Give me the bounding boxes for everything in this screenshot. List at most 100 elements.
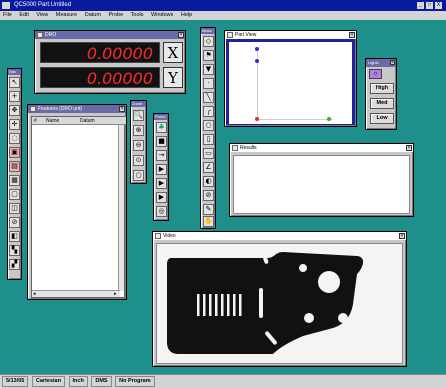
hand-icon[interactable]: ✋ xyxy=(203,216,214,227)
frame-icon[interactable]: ▢ xyxy=(9,189,20,200)
square-icon[interactable]: ■ xyxy=(156,136,167,147)
menu-datum[interactable]: Datum xyxy=(82,12,104,18)
slot-icon[interactable]: ▯ xyxy=(203,134,214,145)
part-view-canvas[interactable] xyxy=(229,42,352,124)
distance-icon[interactable]: ⊘ xyxy=(203,190,214,201)
light-low-button[interactable]: Low xyxy=(370,113,394,124)
light-high-button[interactable]: High xyxy=(370,83,394,94)
close-icon[interactable]: × xyxy=(349,32,355,38)
status-format[interactable]: DMS xyxy=(91,376,112,387)
edge-detect-icon[interactable]: ▤ xyxy=(9,161,20,172)
auto-icon[interactable]: ◇ xyxy=(203,36,214,47)
horizontal-scrollbar[interactable]: ◂ ▸ xyxy=(32,290,120,297)
light-bulb-icon[interactable]: ☼ xyxy=(369,69,382,79)
menu-help[interactable]: Help xyxy=(178,12,195,18)
close-icon[interactable]: × xyxy=(178,32,184,38)
status-units[interactable]: Inch xyxy=(68,376,88,387)
pattern-icon[interactable]: ▞ xyxy=(9,259,20,270)
tree-icon[interactable]: ♣ xyxy=(156,122,167,133)
features-titlebar: Features (DRO unt) × xyxy=(28,105,126,113)
probe-toolbar: Probe ♣ ■ → ▶ ▶ ▶ ◎ xyxy=(153,113,169,221)
circle-probe-icon[interactable]: ◌ xyxy=(9,133,20,144)
funnel-icon[interactable]: ▼ xyxy=(203,64,214,75)
probe-icon[interactable]: ✛ xyxy=(9,119,20,130)
pointer-icon[interactable]: ↖ xyxy=(9,77,20,88)
lights-titlebar: Lights × xyxy=(366,59,396,67)
grid-icon[interactable]: ▦ xyxy=(9,175,20,186)
checker-icon[interactable]: ▚ xyxy=(9,245,20,256)
arrow-right-icon[interactable]: → xyxy=(156,150,167,161)
angle-icon[interactable]: ∠ xyxy=(203,162,214,173)
zoom-reset-icon[interactable]: ○ xyxy=(133,170,144,181)
arc-icon[interactable]: ╭ xyxy=(203,106,214,117)
scroll-left-icon[interactable]: ◂ xyxy=(33,291,38,297)
zoom-out-icon[interactable]: ⊖ xyxy=(133,140,144,151)
construct-icon[interactable]: ✎ xyxy=(203,204,214,215)
dro-x-value: 0.00000 xyxy=(86,44,153,63)
x-axis-line xyxy=(257,119,333,120)
column-number[interactable]: # xyxy=(34,117,37,125)
app-titlebar: QC5000 Part:Untitled _ □ X xyxy=(0,0,446,11)
line-icon[interactable]: ╲ xyxy=(203,92,214,103)
contrast-icon[interactable]: ◧ xyxy=(9,231,20,242)
status-program: No Program xyxy=(115,376,155,387)
menu-view[interactable]: View xyxy=(33,12,51,18)
maximize-button[interactable]: □ xyxy=(426,2,433,9)
features-header: # Name Datum xyxy=(32,117,126,125)
menu-measure[interactable]: Measure xyxy=(53,12,80,18)
part-point xyxy=(255,59,259,63)
column-name[interactable]: Name xyxy=(46,117,59,125)
zoom-in-icon[interactable]: ⊕ xyxy=(133,125,144,136)
part-view-title: Part View xyxy=(235,32,257,38)
zoom-icon[interactable]: 🔍 xyxy=(133,110,144,121)
app-icon xyxy=(2,2,10,9)
zoom-toolbar-title: Zoom xyxy=(131,101,146,107)
blob-icon[interactable]: ◐ xyxy=(203,176,214,187)
zoom-fit-icon[interactable]: ⊙ xyxy=(133,155,144,166)
close-icon[interactable]: × xyxy=(399,233,405,239)
close-icon[interactable]: × xyxy=(119,106,125,112)
close-icon[interactable]: × xyxy=(390,60,395,66)
zoom-toolbar: Zoom 🔍 ⊕ ⊖ ⊙ ○ xyxy=(130,100,147,184)
close-app-button[interactable]: X xyxy=(435,2,442,9)
app-title: QC5000 Part:Untitled xyxy=(14,2,72,8)
menu-file[interactable]: File xyxy=(0,12,15,18)
step-icon[interactable]: ▶ xyxy=(156,178,167,189)
menu-probe[interactable]: Probe xyxy=(105,12,126,18)
fast-forward-icon[interactable]: ▶ xyxy=(156,192,167,203)
status-coords[interactable]: Cartesian xyxy=(31,376,65,387)
link-icon[interactable]: ⊘ xyxy=(9,217,20,228)
minimize-button[interactable]: _ xyxy=(417,2,424,9)
move-icon[interactable]: ✥ xyxy=(9,105,20,116)
dro-y-axis-button[interactable]: Y xyxy=(163,67,183,88)
window-icon xyxy=(227,32,233,38)
box-icon[interactable]: ◫ xyxy=(9,203,20,214)
scroll-right-icon[interactable]: ▸ xyxy=(114,291,119,297)
window-icon xyxy=(30,106,36,112)
video-feed[interactable] xyxy=(156,243,403,364)
target-icon[interactable]: ◎ xyxy=(156,206,167,217)
menu-windows[interactable]: Windows xyxy=(148,12,176,18)
results-panel xyxy=(233,155,410,214)
light-med-button[interactable]: Med xyxy=(370,98,394,109)
menu-tools[interactable]: Tools xyxy=(128,12,147,18)
menu-edit[interactable]: Edit xyxy=(16,12,31,18)
column-datum[interactable]: Datum xyxy=(80,117,95,125)
play-icon[interactable]: ▶ xyxy=(156,164,167,175)
part-point xyxy=(255,47,259,51)
vertical-scrollbar[interactable] xyxy=(118,125,124,291)
dro-x-axis-button[interactable]: X xyxy=(163,42,183,63)
point-icon[interactable]: · xyxy=(203,78,214,89)
features-title: Features (DRO unt) xyxy=(38,106,82,112)
video-titlebar: Video × xyxy=(153,232,406,240)
crosshair-icon[interactable]: + xyxy=(9,91,20,102)
lights-window: Lights × ☼ High Med Low xyxy=(365,58,397,130)
close-icon[interactable]: × xyxy=(406,145,412,151)
edge-icon[interactable]: ▣ xyxy=(9,147,20,158)
features-list[interactable]: # Name Datum ◂ ▸ xyxy=(31,116,126,298)
rectangle-icon[interactable]: ▭ xyxy=(203,148,214,159)
circle-icon[interactable]: ○ xyxy=(203,120,214,131)
dro-titlebar: DRO × xyxy=(35,31,185,39)
flag-icon[interactable]: ⚑ xyxy=(203,50,214,61)
left-toolbar-title: Nav xyxy=(8,69,21,75)
